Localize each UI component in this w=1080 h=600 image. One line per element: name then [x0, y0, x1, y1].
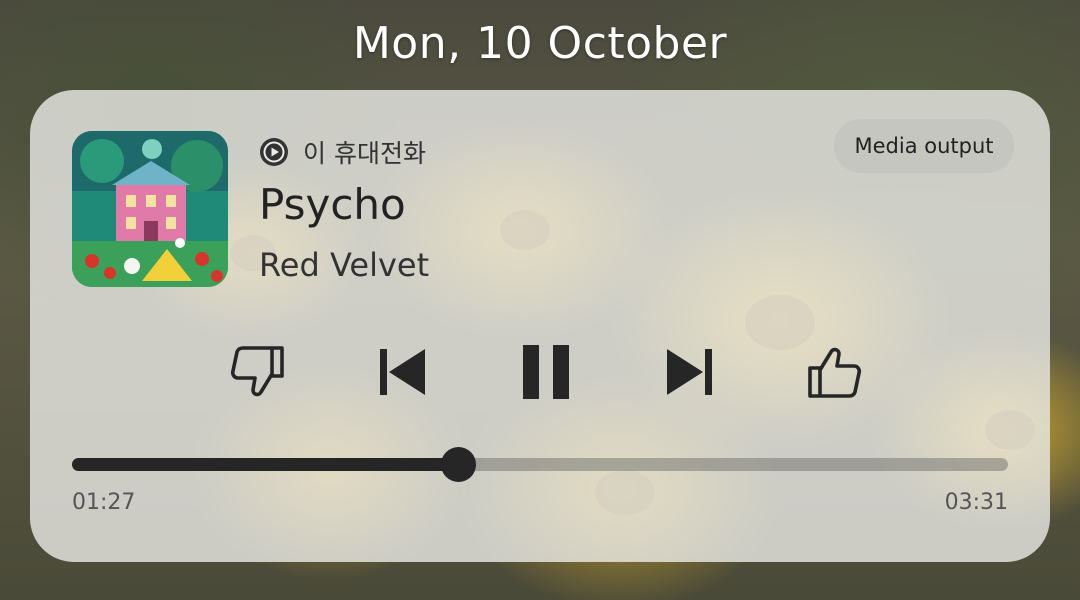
dislike-button[interactable] — [226, 340, 290, 404]
previous-track-button[interactable] — [370, 340, 434, 404]
source-device-label: 이 휴대전화 — [303, 139, 426, 168]
pause-icon — [523, 345, 569, 399]
playback-source: 이 휴대전화 — [259, 134, 426, 170]
thumbs-up-icon — [808, 347, 862, 398]
media-output-button[interactable]: Media output — [834, 119, 1014, 173]
next-track-button[interactable] — [658, 340, 722, 404]
artist-name: Red Velvet — [259, 246, 430, 284]
skip-next-icon — [667, 349, 712, 395]
song-title: Psycho — [259, 180, 406, 229]
skip-previous-icon — [380, 349, 425, 395]
media-player-card[interactable]: 이 휴대전화 Media output Psycho Red Velvet 01… — [30, 90, 1050, 562]
like-button[interactable] — [802, 340, 866, 404]
elapsed-time: 01:27 — [72, 490, 136, 515]
pause-button[interactable] — [514, 340, 578, 404]
seek-bar-played — [72, 458, 458, 471]
album-art[interactable] — [72, 131, 228, 287]
seek-bar[interactable] — [72, 447, 1008, 482]
seek-bar-thumb[interactable] — [440, 447, 476, 482]
lockscreen-date: Mon, 10 October — [352, 18, 728, 69]
play-circle-icon — [260, 138, 288, 166]
total-duration: 03:31 — [944, 490, 1008, 515]
thumbs-down-icon — [230, 346, 284, 397]
album-art-image — [72, 131, 228, 287]
